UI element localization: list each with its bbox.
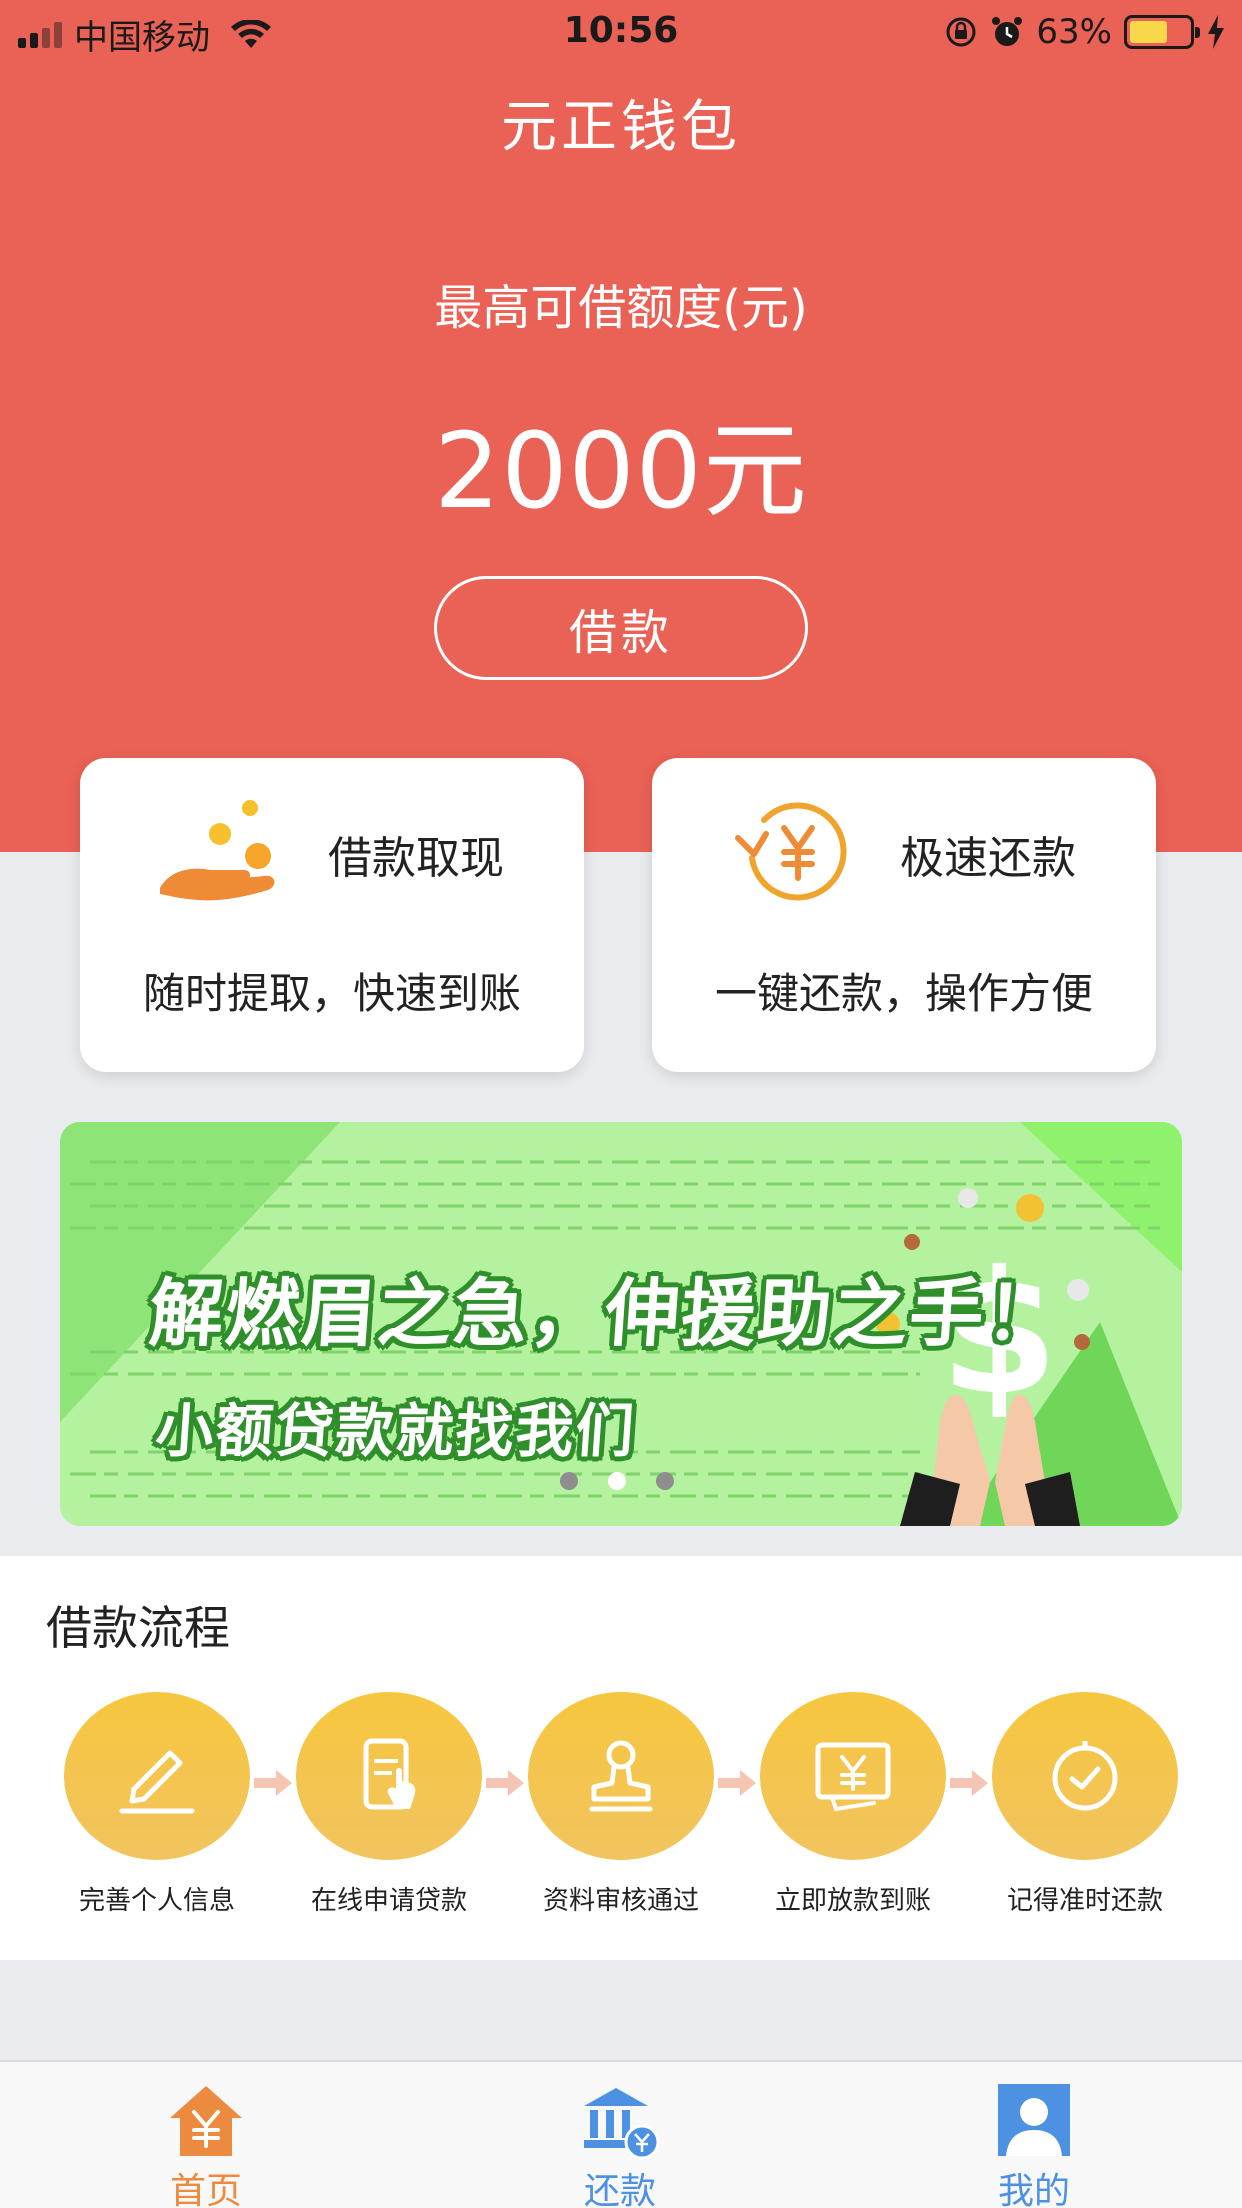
arrow-right-icon — [718, 1770, 756, 1796]
process-step-repay: 记得准时还款 — [992, 1692, 1178, 1917]
step-circle — [64, 1692, 250, 1860]
card-title: 借款取现 — [328, 833, 504, 884]
battery-percent: 63% — [1036, 12, 1112, 52]
borrow-cash-card[interactable]: 借款取现 随时提取，快速到账 — [80, 758, 584, 1072]
tab-label: 首页 — [169, 2171, 242, 2208]
step-label: 资料审核通过 — [542, 1886, 699, 1916]
card-title: 极速还款 — [900, 833, 1076, 884]
tab-home[interactable]: 首页 — [106, 2080, 306, 2208]
step-label: 记得准时还款 — [1006, 1886, 1163, 1916]
tab-mine[interactable]: 我的 — [934, 2080, 1134, 2208]
fast-repay-card[interactable]: 极速还款 一键还款，操作方便 — [652, 758, 1156, 1072]
charging-icon — [1208, 15, 1224, 49]
stamp-icon — [589, 1740, 653, 1812]
status-bar: 中国移动 10:56 63% — [0, 0, 1242, 62]
step-label: 完善个人信息 — [78, 1886, 235, 1916]
bank-icon — [584, 2088, 660, 2160]
borrow-button[interactable]: 借款 — [434, 576, 808, 680]
rotation-lock-icon — [946, 17, 976, 47]
tab-label: 还款 — [583, 2171, 656, 2208]
step-label: 在线申请贷款 — [310, 1886, 467, 1916]
status-right: 63% — [944, 12, 1226, 52]
banner-subheadline: 小额贷款就找我们 — [153, 1397, 639, 1465]
yuan-refresh-icon — [735, 802, 847, 901]
yuan-screen-icon — [815, 1742, 891, 1812]
tab-label: 我的 — [997, 2171, 1070, 2208]
limit-value: 2000元 — [434, 410, 808, 532]
step-label: 立即放款到账 — [774, 1886, 931, 1916]
profile-icon — [998, 2084, 1070, 2156]
banner-headline: 解燃眉之急，伸援助之手！ — [146, 1271, 1065, 1357]
arrow-right-icon — [486, 1770, 524, 1796]
banner-pagination[interactable] — [560, 1472, 674, 1490]
step-circle — [992, 1692, 1178, 1860]
page-dot[interactable] — [656, 1472, 674, 1490]
home-yuan-icon — [170, 2086, 242, 2156]
limit-label: 最高可借额度(元) — [434, 280, 808, 336]
arrow-right-icon — [950, 1770, 988, 1796]
page-dot[interactable] — [560, 1472, 578, 1490]
phone-tap-icon — [363, 1738, 416, 1810]
hero-section: 中国移动 10:56 63% 元正钱包 最高可借额度(元) 2000元 借款 — [0, 0, 1242, 852]
process-title: 借款流程 — [46, 1601, 230, 1655]
card-subtitle: 一键还款，操作方便 — [714, 969, 1093, 1018]
process-step-disburse: 立即放款到账 — [760, 1692, 946, 1917]
step-circle — [528, 1692, 714, 1860]
clock-icon — [1052, 1741, 1118, 1811]
app-title: 元正钱包 — [501, 95, 741, 160]
arrow-right-icon — [254, 1770, 292, 1796]
step-circle — [296, 1692, 482, 1860]
process-step-apply: 在线申请贷款 — [296, 1692, 482, 1917]
promo-banner[interactable]: $ 解燃眉之急，伸援助之手！ 小额贷款就找我们 — [60, 1122, 1182, 1526]
process-step-info: 完善个人信息 — [64, 1692, 250, 1917]
hand-coins-icon — [160, 800, 275, 901]
tab-bar: 首页 还款 我的 — [0, 2060, 1242, 2208]
process-step-review: 资料审核通过 — [528, 1692, 714, 1917]
step-circle — [760, 1692, 946, 1860]
pen-icon — [119, 1750, 195, 1814]
page-dot-active[interactable] — [608, 1472, 626, 1490]
battery-fill — [1130, 21, 1167, 43]
alarm-icon — [992, 17, 1023, 46]
tab-repay[interactable]: 还款 — [520, 2080, 720, 2208]
battery-icon — [1124, 15, 1200, 49]
loan-process-section: 借款流程 完善个人信息 在线申请贷款 资料审核通过 立即放款到账 记得准时还款 — [0, 1556, 1242, 1960]
card-subtitle: 随时提取，快速到账 — [142, 969, 521, 1018]
